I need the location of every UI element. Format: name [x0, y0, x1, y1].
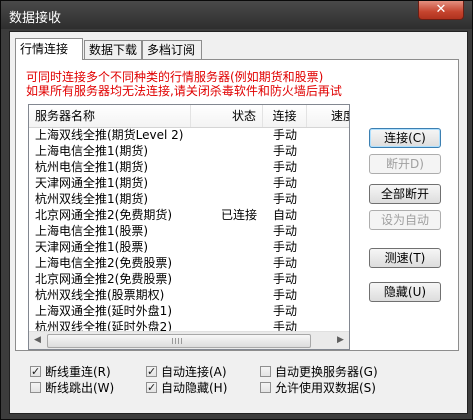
scroll-right-icon[interactable]: ▶	[332, 332, 349, 349]
table-row[interactable]: 上海双线全推(期货Level 2) 手动	[29, 127, 349, 143]
server-name-cell: 杭州双线全推(股票期权)	[35, 288, 165, 302]
server-name-cell: 上海电信全推1(期货)	[35, 144, 148, 158]
connect-mode-cell: 手动	[272, 304, 297, 318]
option-label: 自动隐藏(H)	[161, 381, 228, 395]
table-row[interactable]: 天津网通全推1(期货) 手动	[29, 175, 349, 191]
horizontal-scrollbar[interactable]: ◀ ▶	[29, 331, 349, 349]
tab-panel-market-connection: 可同时连接多个不同种类的行情服务器(例如期货和股票) 如果所有服务器均无法连接,…	[15, 59, 459, 351]
table-row[interactable]: 上海电信全推1(股票) 手动	[29, 223, 349, 239]
list-header: 服务器名称 状态 连接 速度	[29, 105, 349, 128]
server-name-cell: 杭州双线全推1(期货)	[35, 192, 148, 206]
tab-market-connection[interactable]: 行情连接	[15, 38, 83, 60]
checkbox-auto-switch-server[interactable]	[260, 366, 271, 377]
connect-mode-cell: 手动	[272, 272, 297, 286]
table-row[interactable]: 杭州双线全推1(期货) 手动	[29, 191, 349, 207]
column-header-status[interactable]: 状态	[191, 105, 263, 127]
tab-label: 多档订阅	[147, 43, 196, 57]
connect-mode-cell: 手动	[272, 256, 297, 270]
close-button[interactable]: ✕	[418, 1, 464, 20]
disconnect-button[interactable]: 断开D)	[369, 154, 441, 174]
connect-mode-cell: 自动	[272, 208, 297, 222]
table-row[interactable]: 杭州电信全推1(期货) 手动	[29, 159, 349, 175]
data-receive-dialog: 数据接收 ✕ 行情连接 数据下载 多档订阅 可同时连接多个不同种类的行情服务器(…	[0, 0, 473, 420]
connect-mode-cell: 手动	[272, 192, 297, 206]
title-bar[interactable]: 数据接收 ✕	[1, 1, 472, 29]
option-label: 自动连接(A)	[161, 365, 227, 379]
notice-text: 可同时连接多个不同种类的行情服务器(例如期货和股票) 如果所有服务器均无法连接,…	[26, 70, 342, 98]
connect-mode-cell: 手动	[272, 144, 297, 158]
server-name-cell: 天津网通全推1(股票)	[35, 240, 148, 254]
server-name-cell: 北京网通全推2(免费股票)	[35, 272, 172, 286]
option-label: 断线重连(R)	[45, 365, 111, 379]
table-row[interactable]: 杭州双线全推(股票期权) 手动	[29, 287, 349, 303]
checkbox-auto-connect[interactable]	[146, 364, 157, 379]
table-row[interactable]: 上海电信全推1(期货) 手动	[29, 143, 349, 159]
table-row[interactable]: 天津网通全推1(股票) 手动	[29, 239, 349, 255]
checkbox-dual-data[interactable]	[260, 382, 271, 393]
hide-button[interactable]: 隐藏(U)	[369, 282, 441, 302]
connect-mode-cell: 手动	[272, 128, 297, 142]
tab-multi-level-subscribe[interactable]: 多档订阅	[142, 40, 202, 59]
connect-mode-cell: 手动	[272, 160, 297, 174]
tab-label: 数据下载	[89, 43, 138, 57]
dialog-body: 行情连接 数据下载 多档订阅 可同时连接多个不同种类的行情服务器(例如期货和股票…	[9, 31, 468, 414]
tab-label: 行情连接	[20, 42, 69, 56]
checkbox-reconnect[interactable]	[30, 364, 41, 379]
grip-icon	[172, 338, 182, 344]
connect-mode-cell: 手动	[272, 224, 297, 238]
table-row[interactable]: 上海双通全推(延时外盘1) 手动	[29, 303, 349, 319]
column-header-connect[interactable]: 连接	[263, 105, 307, 127]
server-name-cell: 上海电信全推1(股票)	[35, 224, 148, 238]
speed-test-button[interactable]: 测速(T)	[369, 248, 441, 268]
server-name-cell: 杭州电信全推1(期货)	[35, 160, 148, 174]
server-name-cell: 上海双线全推(期货Level 2)	[35, 128, 184, 142]
table-row[interactable]: 北京网通全推2(免费期货) 已连接 自动	[29, 207, 349, 223]
scroll-left-icon[interactable]: ◀	[29, 332, 46, 349]
option-label: 断线跳出(W)	[45, 381, 115, 395]
window-title: 数据接收	[9, 11, 62, 26]
column-header-server-name[interactable]: 服务器名称	[29, 105, 191, 127]
column-header-speed[interactable]: 速度	[307, 105, 349, 127]
option-label: 允许使用双数据(S)	[275, 381, 376, 395]
table-row[interactable]: 北京网通全推2(免费股票) 手动	[29, 271, 349, 287]
connect-button[interactable]: 连接(C)	[369, 128, 441, 148]
status-cell: 已连接	[220, 208, 257, 222]
server-list[interactable]: 服务器名称 状态 连接 速度 上海双线全推(期货Level 2)手动上海电信全推…	[28, 104, 350, 350]
connect-mode-cell: 手动	[272, 240, 297, 254]
checkbox-auto-hide[interactable]	[146, 380, 157, 395]
disconnect-all-button[interactable]: 全部断开	[369, 184, 441, 204]
server-name-cell: 上海双通全推(延时外盘1)	[35, 304, 172, 318]
connect-mode-cell: 手动	[272, 288, 297, 302]
connect-mode-cell: 手动	[272, 176, 297, 190]
server-name-cell: 天津网通全推1(期货)	[35, 176, 148, 190]
server-name-cell: 上海电信全推2(免费股票)	[35, 256, 172, 270]
checkbox-disconnect-exit[interactable]	[30, 382, 41, 393]
scrollbar-thumb[interactable]	[47, 334, 311, 348]
tab-data-download[interactable]: 数据下载	[84, 40, 142, 59]
set-auto-button[interactable]: 设为自动	[369, 210, 441, 230]
list-rows: 上海双线全推(期货Level 2) 手动 上海电信全推1(期货) 手动 杭州电信全推1(…	[29, 127, 349, 335]
server-name-cell: 北京网通全推2(免费期货)	[35, 208, 172, 222]
notice-line-1: 可同时连接多个不同种类的行情服务器(例如期货和股票)	[26, 70, 324, 84]
notice-line-2: 如果所有服务器均无法连接,请关闭杀毒软件和防火墙后再试	[26, 84, 342, 98]
table-row[interactable]: 上海电信全推2(免费股票) 手动	[29, 255, 349, 271]
close-icon: ✕	[435, 2, 447, 17]
option-label: 自动更换服务器(G)	[275, 365, 378, 379]
